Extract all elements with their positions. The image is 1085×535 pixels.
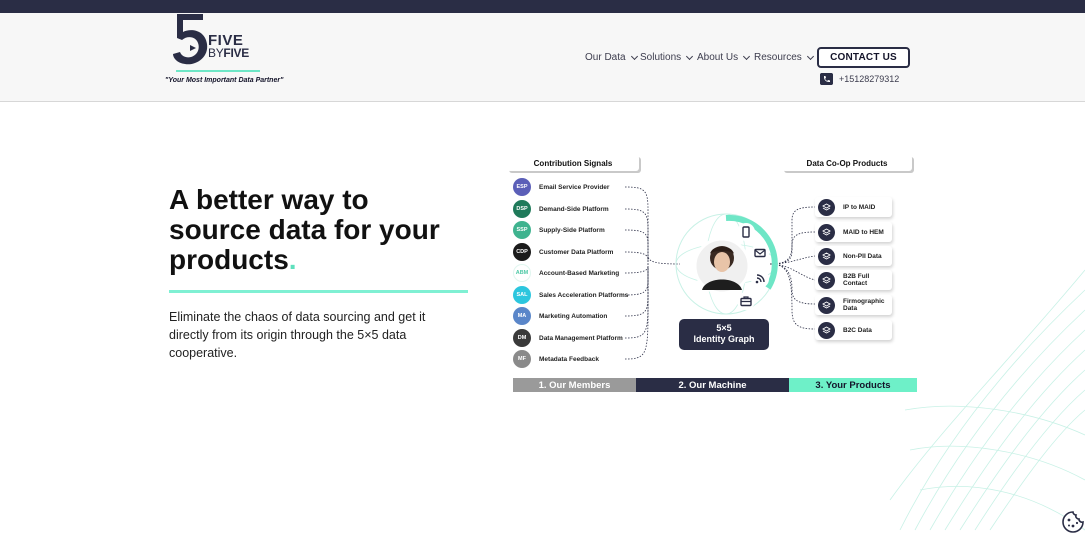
identity-graph-line: Identity Graph — [693, 334, 755, 344]
hero-title-line: A better way to — [169, 184, 369, 215]
member-badge: SSP — [513, 221, 531, 239]
briefcase-icon — [737, 292, 755, 310]
member-badge: DSP — [513, 200, 531, 218]
member-item: MA Marketing Automation — [513, 307, 607, 325]
member-badge: DM — [513, 329, 531, 347]
hero-description: Eliminate the chaos of data sourcing and… — [169, 310, 426, 360]
nav-label: About Us — [697, 52, 739, 63]
hero-title: A better way to source data for your pro… — [169, 185, 469, 275]
logo-tagline: "Your Most Important Data Partner" — [165, 77, 284, 84]
member-item: CDP Customer Data Platform — [513, 243, 613, 261]
member-label: Sales Acceleration Platforms — [539, 291, 629, 299]
member-item: SAL Sales Acceleration Platforms — [513, 286, 628, 304]
decorative-mesh-graphic — [889, 269, 1085, 531]
phone-icon — [820, 73, 833, 85]
identity-graph-line: 5×5 — [716, 323, 732, 333]
member-item: SSP Supply-Side Platform — [513, 221, 605, 239]
layers-icon — [818, 247, 835, 265]
identity-graph-globe — [675, 213, 778, 315]
product-label: B2C Data — [843, 326, 872, 334]
product-label: B2B Full Contact — [843, 273, 870, 287]
nav-label: Our Data — [585, 52, 626, 63]
member-label: Supply-Side Platform — [539, 226, 605, 234]
top-accent-bar — [0, 0, 1085, 13]
member-badge: SAL — [513, 286, 531, 304]
logo-word-byfive: BYFIVE — [208, 46, 249, 60]
member-item: ESP Email Service Provider — [513, 178, 609, 196]
identity-graph-label: 5×5 Identity Graph — [679, 319, 769, 350]
email-check-icon — [751, 244, 769, 262]
product-label: MAID to HEM — [843, 228, 884, 236]
member-badge: MF — [513, 350, 531, 368]
member-label: Metadata Feedback — [539, 355, 599, 363]
member-label: Customer Data Platform — [539, 248, 614, 256]
product-label: Non-PII Data — [843, 252, 882, 260]
signal-feed-icon — [751, 270, 769, 288]
member-label: Marketing Automation — [539, 312, 608, 320]
product-label: Firmographic Data — [843, 298, 885, 312]
product-item: B2B Full Contact — [815, 270, 892, 290]
stage-your-products: 3. Your Products — [789, 378, 917, 392]
product-item: MAID to HEM — [815, 222, 892, 242]
product-item: B2C Data — [815, 320, 892, 340]
member-badge: ABM — [513, 264, 531, 282]
nav-label: Solutions — [640, 52, 682, 63]
member-label: Email Service Provider — [539, 183, 610, 191]
hero-divider — [169, 290, 468, 293]
chevron-down-icon — [743, 52, 751, 60]
contact-us-button[interactable]: CONTACT US — [817, 47, 910, 68]
mobile-device-icon — [737, 223, 755, 241]
stage-our-machine: 2. Our Machine — [636, 378, 789, 392]
data-coop-products-heading: Data Co-Op Products — [782, 155, 912, 171]
member-item: ABM Account-Based Marketing — [513, 264, 619, 282]
product-item: Firmographic Data — [815, 295, 892, 315]
member-item: MF Metadata Feedback — [513, 350, 599, 368]
layers-icon — [818, 198, 835, 216]
nav-our-data[interactable]: Our Data — [585, 52, 638, 63]
nav-about-us[interactable]: About Us — [697, 52, 751, 63]
chevron-down-icon — [686, 52, 694, 60]
hero-title-text: products — [169, 244, 289, 275]
logo-underline — [176, 70, 260, 72]
layers-icon — [818, 223, 835, 241]
site-header — [0, 13, 1085, 102]
nav-resources[interactable]: Resources — [754, 52, 814, 63]
member-badge: ESP — [513, 178, 531, 196]
product-item: IP to MAID — [815, 197, 892, 217]
member-label: Account-Based Marketing — [539, 269, 620, 277]
nav-solutions[interactable]: Solutions — [640, 52, 694, 63]
member-label: Demand-Side Platform — [539, 205, 609, 213]
hero-title-line: source data for your — [169, 214, 440, 245]
product-item: Non-PII Data — [815, 246, 892, 266]
phone-number-link[interactable]: +15128279312 — [839, 74, 899, 84]
hero-title-line: products. — [169, 245, 469, 275]
member-badge: MA — [513, 307, 531, 325]
cookie-settings-icon[interactable] — [1061, 510, 1085, 534]
layers-icon — [818, 296, 835, 314]
layers-icon — [818, 271, 835, 289]
chevron-down-icon — [806, 52, 814, 60]
contribution-signals-heading: Contribution Signals — [507, 155, 639, 171]
member-label: Data Management Platform — [539, 334, 623, 342]
chevron-down-icon — [630, 52, 638, 60]
member-item: DM Data Management Platform — [513, 329, 623, 347]
member-badge: CDP — [513, 243, 531, 261]
member-item: DSP Demand-Side Platform — [513, 200, 609, 218]
product-label: IP to MAID — [843, 203, 876, 211]
stage-our-members: 1. Our Members — [513, 378, 636, 392]
hero-title-dot: . — [288, 244, 297, 275]
nav-label: Resources — [754, 52, 802, 63]
layers-icon — [818, 321, 835, 339]
